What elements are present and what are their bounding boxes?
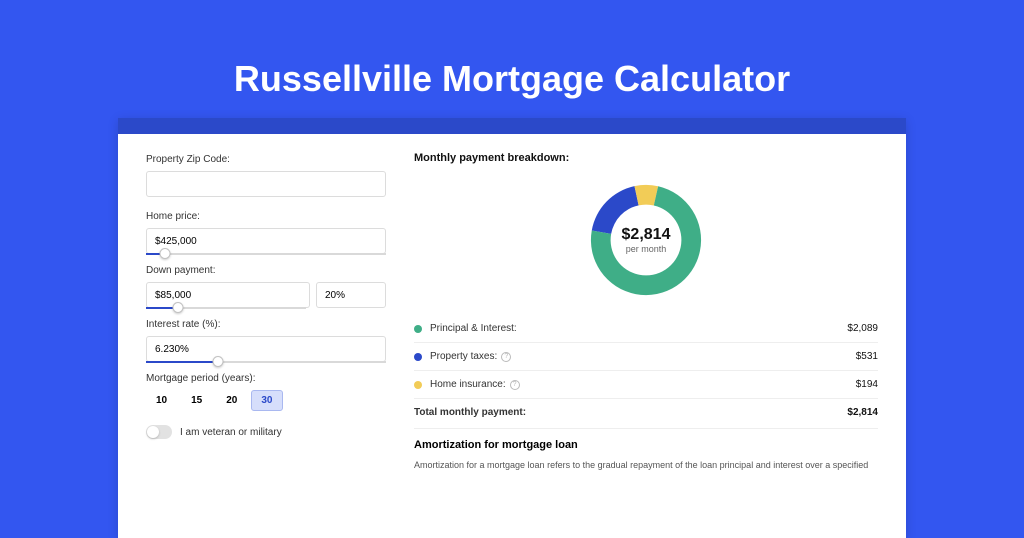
- breakdown-row: Property taxes: ?$531: [414, 343, 878, 371]
- breakdown-row: Principal & Interest:$2,089: [414, 315, 878, 343]
- donut-chart-area: $2,814 per month: [414, 172, 878, 307]
- donut-amount: $2,814: [622, 226, 671, 244]
- legend-dot-yellow: [414, 381, 422, 389]
- home-price-label: Home price:: [146, 211, 386, 222]
- veteran-toggle-row: I am veteran or military: [146, 425, 386, 439]
- help-icon[interactable]: ?: [510, 380, 520, 390]
- period-option-15[interactable]: 15: [181, 390, 212, 411]
- calculator-card: Property Zip Code: Home price: Down paym…: [118, 118, 906, 538]
- period-option-30[interactable]: 30: [251, 390, 282, 411]
- interest-rate-slider[interactable]: [146, 361, 386, 363]
- donut-sub-label: per month: [622, 244, 671, 254]
- legend-dot-blue: [414, 353, 422, 361]
- down-payment-percent-input[interactable]: [316, 282, 386, 308]
- toggle-knob: [147, 426, 159, 438]
- down-payment-amount-input[interactable]: [146, 282, 310, 308]
- amortization-section: Amortization for mortgage loan Amortizat…: [414, 428, 878, 472]
- breakdown-row: Home insurance: ?$194: [414, 371, 878, 399]
- breakdown-value: $531: [856, 351, 878, 362]
- breakdown-label: Home insurance: ?: [430, 379, 856, 390]
- down-payment-label: Down payment:: [146, 265, 386, 276]
- zip-input[interactable]: [146, 171, 386, 197]
- mortgage-period-label: Mortgage period (years):: [146, 373, 386, 384]
- breakdown-label: Principal & Interest:: [430, 323, 847, 334]
- breakdown-value: $2,089: [847, 323, 878, 334]
- interest-rate-input[interactable]: [146, 336, 386, 362]
- input-column: Property Zip Code: Home price: Down paym…: [146, 152, 386, 538]
- down-payment-slider[interactable]: [146, 307, 306, 309]
- veteran-label: I am veteran or military: [180, 427, 282, 438]
- donut-center: $2,814 per month: [622, 226, 671, 254]
- home-price-input[interactable]: [146, 228, 386, 254]
- total-row: Total monthly payment: $2,814: [414, 399, 878, 422]
- amortization-text: Amortization for a mortgage loan refers …: [414, 459, 878, 472]
- breakdown-label: Property taxes: ?: [430, 351, 856, 362]
- zip-label: Property Zip Code:: [146, 154, 386, 165]
- veteran-toggle[interactable]: [146, 425, 172, 439]
- breakdown-title: Monthly payment breakdown:: [414, 152, 878, 164]
- mortgage-period-options: 10152030: [146, 390, 386, 411]
- breakdown-value: $194: [856, 379, 878, 390]
- page-title: Russellville Mortgage Calculator: [0, 0, 1024, 118]
- total-label: Total monthly payment:: [414, 407, 847, 418]
- breakdown-list: Principal & Interest:$2,089Property taxe…: [414, 315, 878, 399]
- interest-rate-label: Interest rate (%):: [146, 319, 386, 330]
- legend-dot-green: [414, 325, 422, 333]
- period-option-10[interactable]: 10: [146, 390, 177, 411]
- help-icon[interactable]: ?: [501, 352, 511, 362]
- period-option-20[interactable]: 20: [216, 390, 247, 411]
- home-price-slider[interactable]: [146, 253, 386, 255]
- donut-chart: $2,814 per month: [587, 181, 705, 299]
- breakdown-column: Monthly payment breakdown: $2,814 per mo…: [414, 152, 878, 538]
- total-value: $2,814: [847, 407, 878, 418]
- amortization-title: Amortization for mortgage loan: [414, 439, 878, 451]
